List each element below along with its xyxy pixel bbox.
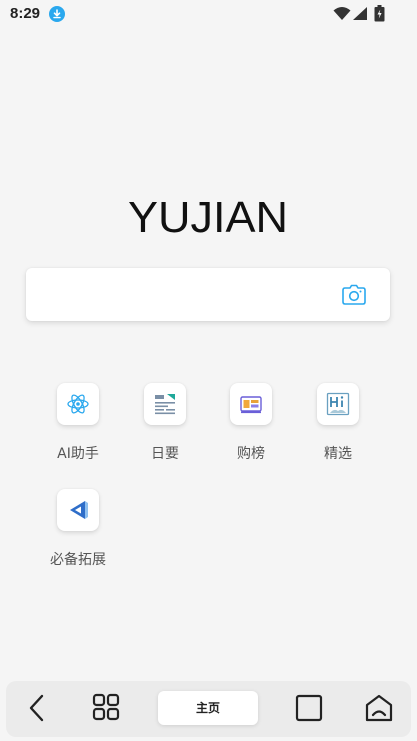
shortcut-featured[interactable]: 精选 [298, 383, 378, 483]
shopping-icon [240, 396, 262, 414]
extension-icon [70, 501, 88, 519]
shortcut-label: 必备拓展 [50, 552, 106, 568]
search-box[interactable] [26, 268, 390, 321]
shortcut-daily-news[interactable]: 日要 [125, 383, 205, 483]
logo-text: YUJIAN [128, 194, 288, 238]
news-icon [155, 394, 175, 415]
shortcut-tile[interactable] [144, 383, 186, 425]
grid-button[interactable] [90, 681, 128, 737]
shortcut-tile[interactable] [57, 489, 99, 531]
hi-icon [326, 392, 350, 416]
shortcut-label: 日要 [151, 446, 179, 462]
shortcut-label: 精选 [324, 446, 352, 462]
download-icon [49, 6, 65, 22]
user-icon [365, 694, 393, 722]
shortcut-ai-assistant[interactable]: AI助手 [38, 383, 118, 483]
back-button[interactable] [20, 681, 54, 737]
tabs-icon [295, 694, 323, 722]
battery-icon [374, 5, 385, 22]
tabs-button[interactable] [292, 681, 328, 737]
wifi-icon [333, 7, 351, 20]
atom-icon [67, 394, 89, 414]
shortcut-label: AI助手 [57, 446, 99, 462]
bottom-nav: 主页 [6, 681, 411, 737]
shortcut-tile[interactable] [57, 383, 99, 425]
user-button[interactable] [362, 681, 398, 737]
shortcut-tile[interactable] [230, 383, 272, 425]
shortcut-shopping-rank[interactable]: 购榜 [211, 383, 291, 483]
shortcut-tile[interactable] [317, 383, 359, 425]
grid-icon [92, 693, 120, 721]
shortcut-extensions[interactable]: 必备拓展 [38, 489, 118, 589]
status-bar: 8:29 [0, 0, 417, 28]
home-button[interactable]: 主页 [158, 691, 258, 725]
search-input[interactable] [40, 278, 330, 310]
yujian-logo: YUJIAN [128, 194, 288, 238]
signal-icon [353, 7, 367, 20]
back-icon [29, 694, 44, 722]
status-time: 8:29 [10, 5, 41, 22]
shortcut-label: 购榜 [237, 446, 265, 462]
camera-icon[interactable] [342, 284, 366, 306]
